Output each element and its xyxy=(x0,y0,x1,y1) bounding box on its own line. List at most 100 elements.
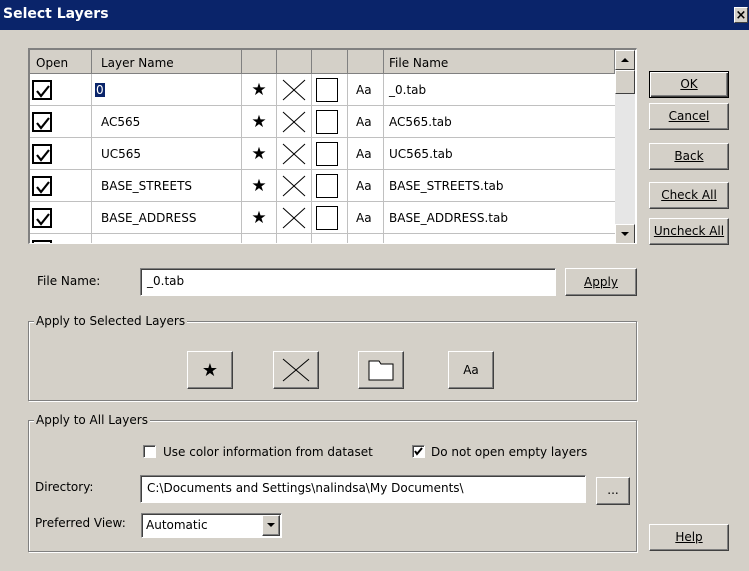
font-aa-icon: Aa xyxy=(463,363,479,377)
open-cell[interactable] xyxy=(30,74,92,106)
layer-name-cell[interactable]: AC565 xyxy=(92,106,242,138)
cross-icon xyxy=(282,175,306,197)
layer-name-cell[interactable]: 0 xyxy=(92,74,242,106)
region-cell[interactable] xyxy=(312,170,348,202)
file-name-cell[interactable]: BASE_STREETS.tab xyxy=(384,170,615,202)
col-header-font[interactable] xyxy=(348,50,384,74)
title-bar: Select Layers × xyxy=(0,0,749,30)
apply-symbol-button[interactable]: ★ xyxy=(187,351,233,389)
scroll-down-button[interactable] xyxy=(615,224,635,243)
col-header-region[interactable] xyxy=(312,50,348,74)
col-header-line[interactable] xyxy=(277,50,312,74)
apply-font-button[interactable]: Aa xyxy=(448,351,494,389)
file-name-value: BASE_ADDRESS.tab xyxy=(389,211,508,225)
grid-scrollbar[interactable] xyxy=(615,50,635,243)
region-cell[interactable] xyxy=(312,106,348,138)
window-title: Select Layers xyxy=(3,6,109,22)
region-cell[interactable] xyxy=(312,138,348,170)
table-row-partial xyxy=(30,234,615,243)
file-name-cell[interactable]: AC565.tab xyxy=(384,106,615,138)
line-cell[interactable] xyxy=(277,106,312,138)
line-cell[interactable] xyxy=(277,170,312,202)
file-name-input[interactable]: _0.tab xyxy=(140,268,556,296)
check-all-button[interactable]: Check All xyxy=(649,182,729,209)
cancel-button[interactable]: Cancel xyxy=(649,103,729,130)
symbol-cell[interactable]: ★ xyxy=(242,138,277,170)
no-empty-checkbox[interactable] xyxy=(412,445,425,458)
ok-button[interactable]: OK xyxy=(649,71,729,98)
apply-all-title: Apply to All Layers xyxy=(34,413,150,427)
check-icon xyxy=(36,213,50,226)
dropdown-arrow-icon xyxy=(267,523,275,527)
square-icon xyxy=(316,206,338,230)
line-cell[interactable] xyxy=(277,202,312,234)
table-row[interactable]: UC565 ★ Aa UC565.tab xyxy=(30,138,615,170)
font-cell[interactable]: Aa xyxy=(348,138,384,170)
directory-input[interactable]: C:\Documents and Settings\nalindsa\My Do… xyxy=(140,475,586,503)
font-cell[interactable]: Aa xyxy=(348,202,384,234)
font-cell[interactable]: Aa xyxy=(348,106,384,138)
line-cell[interactable] xyxy=(277,74,312,106)
use-color-checkbox[interactable] xyxy=(143,445,156,458)
open-cell[interactable] xyxy=(30,138,92,170)
scroll-thumb[interactable] xyxy=(615,70,635,94)
apply-line-button[interactable] xyxy=(273,351,319,389)
open-cell[interactable] xyxy=(30,170,92,202)
star-icon: ★ xyxy=(251,80,267,100)
open-cell[interactable] xyxy=(30,202,92,234)
uncheck-all-button[interactable]: Uncheck All xyxy=(649,218,729,245)
file-name-value: _0.tab xyxy=(389,83,427,97)
col-header-symbol[interactable] xyxy=(242,50,277,74)
line-cell[interactable] xyxy=(277,138,312,170)
close-button[interactable]: × xyxy=(734,7,748,23)
apply-button[interactable]: Apply xyxy=(565,268,637,296)
font-cell[interactable]: Aa xyxy=(348,170,384,202)
font-cell[interactable]: Aa xyxy=(348,74,384,106)
scroll-up-button[interactable] xyxy=(615,50,635,70)
open-cell[interactable] xyxy=(30,106,92,138)
region-cell[interactable] xyxy=(312,74,348,106)
open-checkbox[interactable] xyxy=(32,144,52,164)
layer-name-cell[interactable]: BASE_ADDRESS xyxy=(92,202,242,234)
col-header-file-name[interactable]: File Name xyxy=(384,50,615,74)
square-icon xyxy=(316,110,338,134)
open-checkbox[interactable] xyxy=(32,112,52,132)
dropdown-button[interactable] xyxy=(262,515,280,536)
col-header-layer-name[interactable]: Layer Name xyxy=(92,50,242,74)
layer-name-cell[interactable]: UC565 xyxy=(92,138,242,170)
col-header-open[interactable]: Open xyxy=(30,50,92,74)
apply-region-button[interactable] xyxy=(358,351,404,389)
symbol-cell[interactable]: ★ xyxy=(242,74,277,106)
preferred-view-select[interactable]: Automatic xyxy=(141,513,282,538)
browse-button[interactable]: ... xyxy=(596,477,630,505)
back-button[interactable]: Back xyxy=(649,143,729,170)
star-icon: ★ xyxy=(251,144,267,164)
square-icon xyxy=(316,174,338,198)
scroll-down-icon xyxy=(621,232,629,236)
file-name-value: BASE_STREETS.tab xyxy=(389,179,504,193)
no-empty-label: Do not open empty layers xyxy=(431,445,588,459)
region-cell[interactable] xyxy=(312,202,348,234)
symbol-cell[interactable]: ★ xyxy=(242,202,277,234)
layer-grid[interactable]: Open Layer Name File Name 0 ★ Aa _0.tab AC56… xyxy=(28,48,637,244)
check-icon xyxy=(36,181,50,194)
preferred-view-label: Preferred View: xyxy=(35,516,126,530)
symbol-cell[interactable]: ★ xyxy=(242,106,277,138)
open-checkbox[interactable] xyxy=(32,80,52,100)
open-checkbox[interactable] xyxy=(32,176,52,196)
file-name-cell[interactable]: UC565.tab xyxy=(384,138,615,170)
font-aa-icon: Aa xyxy=(356,179,372,193)
symbol-cell[interactable]: ★ xyxy=(242,170,277,202)
table-row[interactable]: 0 ★ Aa _0.tab xyxy=(30,74,615,106)
table-row[interactable]: AC565 ★ Aa AC565.tab xyxy=(30,106,615,138)
layer-name-cell[interactable]: BASE_STREETS xyxy=(92,170,242,202)
file-name-cell[interactable]: BASE_ADDRESS.tab xyxy=(384,202,615,234)
help-button[interactable]: Help xyxy=(649,524,729,551)
square-icon xyxy=(316,142,338,166)
open-checkbox[interactable] xyxy=(32,208,52,228)
star-icon: ★ xyxy=(251,112,267,132)
table-row[interactable]: BASE_STREETS ★ Aa BASE_STREETS.tab xyxy=(30,170,615,202)
file-name-cell[interactable]: _0.tab xyxy=(384,74,615,106)
table-row[interactable]: BASE_ADDRESS ★ Aa BASE_ADDRESS.tab xyxy=(30,202,615,234)
layer-name: BASE_STREETS xyxy=(101,179,193,193)
